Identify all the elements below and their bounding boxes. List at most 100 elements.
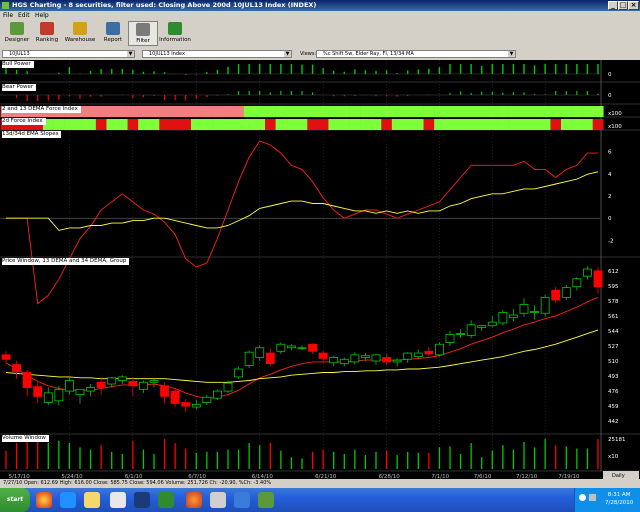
system-tray: 8:31 AM 7/28/2010 <box>574 488 640 512</box>
force-index-cell <box>592 106 604 117</box>
hgs-icon[interactable] <box>258 492 274 508</box>
ranking-button[interactable]: Ranking <box>32 21 62 46</box>
candle-body <box>107 377 117 385</box>
candle-body <box>477 325 487 328</box>
security-combo[interactable]: 10JUL13 Index ▼ <box>142 50 292 58</box>
close-button[interactable]: × <box>628 1 639 10</box>
tray-icon[interactable] <box>579 494 586 501</box>
force-index-cell <box>434 106 446 117</box>
candle-body <box>213 390 222 399</box>
report-button[interactable]: Report <box>98 21 128 46</box>
slope-axis-label: 4 <box>608 172 612 178</box>
start-button[interactable]: start <box>0 488 30 512</box>
designer-button[interactable]: Designer <box>2 21 32 46</box>
menu-edit[interactable]: Edit <box>18 12 30 19</box>
app-icon-3[interactable] <box>210 492 226 508</box>
app-icon-1[interactable] <box>110 492 126 508</box>
price-axis-label: 493 <box>608 374 619 380</box>
force-index-cell <box>254 106 266 117</box>
toolbar: Designer Ranking Warehouse Report Filter… <box>0 20 640 49</box>
view-combo[interactable]: %c Shift 5w, Elder Ray, FI, 13/34 MA ▼ <box>316 50 516 58</box>
chevron-down-icon[interactable]: ▼ <box>127 51 134 57</box>
force-index-cell <box>265 106 276 117</box>
candle-body <box>509 314 518 319</box>
force-index-axis-label: x100 <box>608 111 622 117</box>
candle-body <box>181 402 191 407</box>
force-index-cell <box>370 106 382 117</box>
force-index-cell <box>550 106 562 117</box>
force-index-cell <box>53 119 65 130</box>
panel-title-ema-slopes: 13d/34d EMA Slopes <box>2 131 62 138</box>
candle-body <box>1 354 11 360</box>
force-index-cell <box>95 119 107 130</box>
force-index-cell <box>539 106 551 117</box>
bull-power-axis-label: 0 <box>608 72 612 78</box>
candle-body <box>445 334 455 343</box>
chevron-down-icon[interactable]: ▼ <box>508 51 515 57</box>
price-axis-label: 595 <box>608 284 619 290</box>
force-index-cell <box>339 119 350 130</box>
price-axis-label: 442 <box>608 419 619 425</box>
force-index-cell <box>550 119 562 130</box>
ie-icon[interactable] <box>60 492 76 508</box>
force-index-cell <box>444 119 456 130</box>
minimize-button[interactable]: _ <box>608 1 618 10</box>
warehouse-button[interactable]: Warehouse <box>62 21 98 46</box>
force-index-cell <box>317 106 329 117</box>
folder-icon[interactable] <box>84 492 100 508</box>
excel-icon[interactable] <box>158 492 174 508</box>
word-icon[interactable] <box>234 492 250 508</box>
candle-body <box>75 388 85 396</box>
force-index-cell <box>592 119 604 130</box>
slope-axis-label: 6 <box>608 150 612 156</box>
window-titlebar: HGS Charting - 8 securities, filter used… <box>0 0 640 11</box>
symbol-value: 10JUL13 <box>9 51 30 57</box>
app-icon-2[interactable] <box>134 492 150 508</box>
chevron-down-icon[interactable]: ▼ <box>284 51 291 57</box>
candle-body <box>244 351 254 366</box>
symbol-combo[interactable]: 10JUL13 ▼ <box>2 50 135 58</box>
force-index-cell <box>95 106 107 117</box>
candle-body <box>117 376 127 381</box>
candle-body <box>361 355 370 358</box>
candle-body <box>382 357 391 363</box>
force-index-cell <box>349 106 361 117</box>
force-index-cell <box>434 119 446 130</box>
candle-body <box>265 352 275 365</box>
candle-body <box>435 343 444 356</box>
filter-button[interactable]: Filter <box>128 21 158 46</box>
speaker-icon[interactable] <box>589 494 596 501</box>
clock-date: 7/28/2010 <box>605 500 634 506</box>
force-index-cell <box>349 119 361 130</box>
force-index-cell <box>381 119 393 130</box>
force-index-cell <box>487 119 498 130</box>
firefox-icon[interactable] <box>186 492 202 508</box>
panel-title-force-index-2-13: 2 and 13 DEMA Force Index <box>2 106 81 113</box>
force-index-cell <box>529 119 541 130</box>
app-icon <box>2 2 9 9</box>
candle-body <box>551 289 561 301</box>
candle-body <box>287 345 296 349</box>
force-index-cell <box>233 106 245 117</box>
price-axis-label: 459 <box>608 404 619 410</box>
information-button[interactable]: Information <box>158 21 192 46</box>
slope-axis-label: 2 <box>608 194 612 200</box>
volume-axis-label: x10 <box>608 454 619 460</box>
price-axis-label: 612 <box>608 269 619 275</box>
chart-area[interactable]: 5/17/10 5/24/10 6/1/10 6/7/10 6/14/10 6/21/10… <box>0 60 640 479</box>
force-index-cell <box>191 119 202 130</box>
candle-body <box>572 278 582 288</box>
maximize-button[interactable]: □ <box>618 1 628 10</box>
candle-body <box>456 333 465 336</box>
chrome-icon[interactable] <box>36 492 52 508</box>
candle-body <box>276 343 286 352</box>
candle-body <box>498 311 508 324</box>
force-index-cell <box>582 106 594 117</box>
menu-file[interactable]: File <box>3 12 13 19</box>
force-index-cell <box>148 119 160 130</box>
view-value: %c Shift 5w, Elder Ray, FI, 13/34 MA <box>323 51 414 57</box>
candle-body <box>593 270 603 288</box>
force-index-cell <box>233 119 245 130</box>
force-index-cell <box>201 119 213 130</box>
menu-help[interactable]: Help <box>35 12 49 19</box>
